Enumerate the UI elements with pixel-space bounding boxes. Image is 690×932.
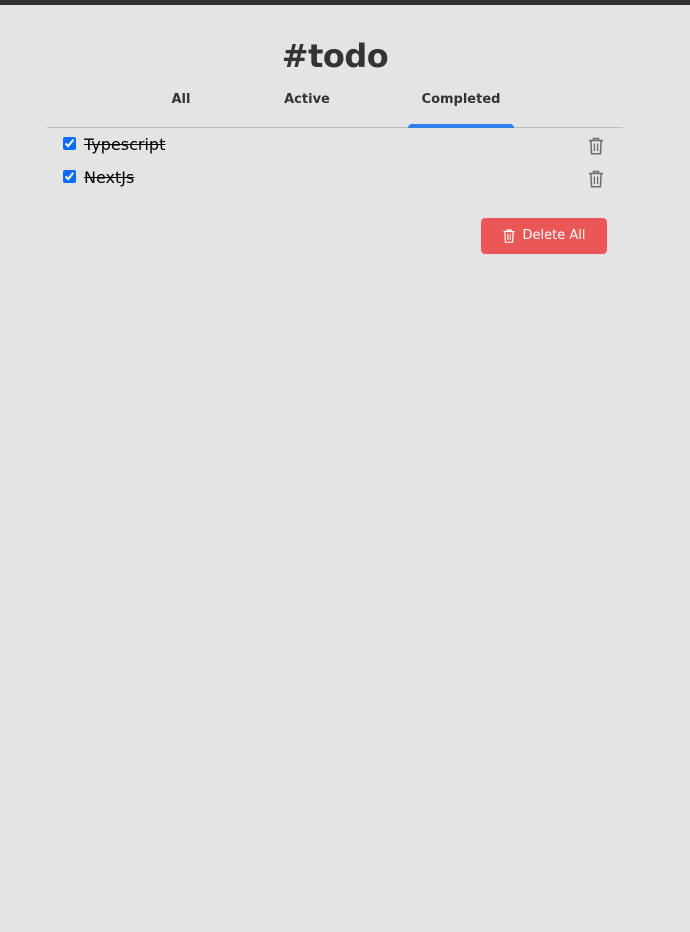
todo-checkbox[interactable] <box>63 137 76 150</box>
delete-todo-button[interactable] <box>585 135 607 157</box>
tab-all-label: All <box>171 92 191 107</box>
todo-text: NextJs <box>84 168 135 187</box>
top-window-strip <box>0 0 690 5</box>
trash-icon <box>589 170 603 188</box>
delete-todo-button[interactable] <box>585 168 607 190</box>
tab-completed[interactable]: Completed <box>408 82 514 128</box>
tab-active-label: Active <box>284 92 330 107</box>
filter-tabs: All Active Completed <box>47 82 623 128</box>
todo-checkbox[interactable] <box>63 170 76 183</box>
delete-all-button[interactable]: Delete All <box>481 218 607 254</box>
todo-item: NextJs <box>47 161 623 194</box>
todo-item: Typescript <box>47 128 623 161</box>
tab-active[interactable]: Active <box>254 82 360 127</box>
tab-completed-label: Completed <box>421 92 501 107</box>
page-title: #todo <box>281 37 389 75</box>
todo-list: Typescript NextJs <box>47 128 623 194</box>
todo-text: Typescript <box>84 135 166 154</box>
trash-icon <box>503 229 515 243</box>
trash-icon <box>589 137 603 155</box>
tab-all[interactable]: All <box>128 82 234 127</box>
delete-all-label: Delete All <box>522 228 586 243</box>
